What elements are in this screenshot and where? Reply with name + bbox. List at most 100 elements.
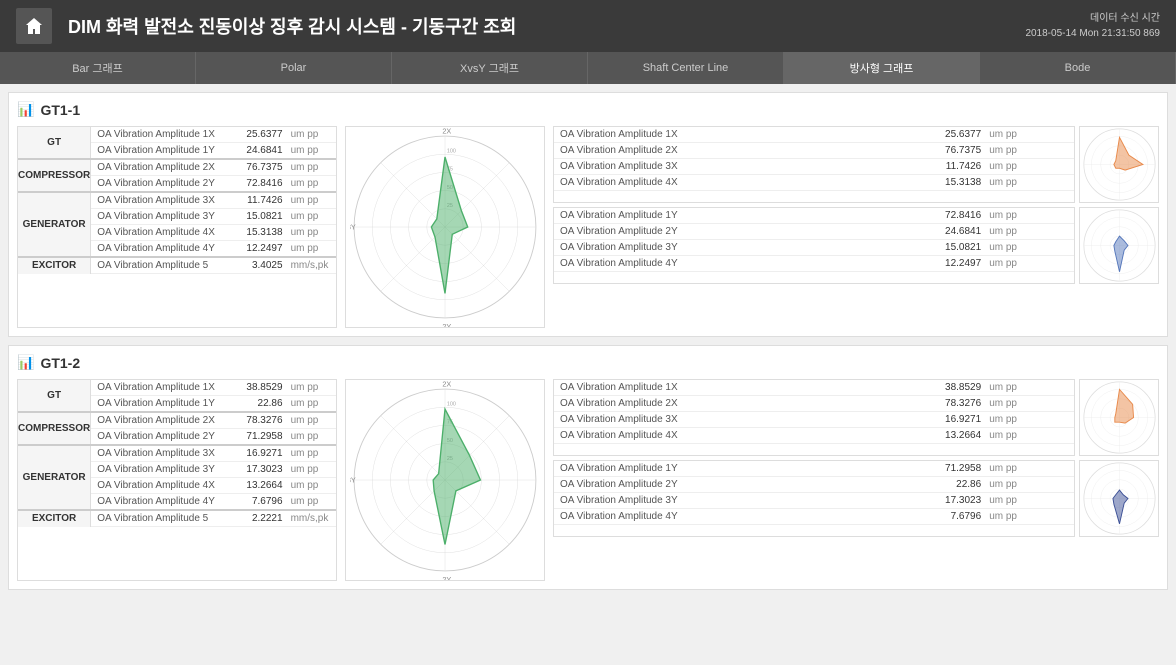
table-row: OA Vibration Amplitude 1Y 71.2958 um pp <box>554 461 1074 477</box>
unit-cell: um pp <box>287 225 336 241</box>
param-cell: OA Vibration Amplitude 1X <box>91 127 225 143</box>
table-row: OA Vibration Amplitude 3Y 17.3023 um pp <box>554 493 1074 509</box>
gt1-right-x-group: OA Vibration Amplitude 1X 25.6377 um pp … <box>553 126 1159 203</box>
header: DIM 화력 발전소 진동이상 징후 감시 시스템 - 기동구간 조회 데이터 … <box>0 0 1176 52</box>
gt1-section: 📊 GT1-1 GT OA Vibration Amplitude 1X 25.… <box>8 92 1168 337</box>
table-row: OA Vibration Amplitude 2X 76.7375 um pp <box>554 143 1074 159</box>
gt1-mini-chart-y: 2Y 1Y <box>1079 207 1159 284</box>
table-row: OA Vibration Amplitude 2Y 22.86 um pp <box>554 477 1074 493</box>
gt1-mini-chart-x: 2X 1X <box>1079 126 1159 203</box>
table-row: COMPRESSOR OA Vibration Amplitude 2X 76.… <box>18 159 336 176</box>
unit-cell: um pp <box>287 159 336 176</box>
gt1-right-y-group: OA Vibration Amplitude 1Y 72.8416 um pp … <box>553 207 1159 284</box>
param-cell: OA Vibration Amplitude 3Y <box>91 209 225 225</box>
table-row: OA Vibration Amplitude 4X 13.2664 um pp <box>554 428 1074 444</box>
gt-label: GT <box>18 380 91 412</box>
param-cell: OA Vibration Amplitude 2X <box>91 159 225 176</box>
gt2-right-x-group: OA Vibration Amplitude 1X 38.8529 um pp … <box>553 379 1159 456</box>
param-cell: OA Vibration Amplitude 5 <box>91 257 225 274</box>
svg-text:2X: 2X <box>442 380 451 388</box>
gt2-left-data: GT OA Vibration Amplitude 1X 38.8529 um … <box>17 379 337 581</box>
gt2-polar-chart: 2X 1X 2Y 3Y 25 50 75 100 <box>345 379 545 581</box>
value-cell: 12.2497 <box>225 241 287 258</box>
data-time: 데이터 수신 시간 2018-05-14 Mon 21:31:50 869 <box>1025 11 1160 41</box>
table-row: OA Vibration Amplitude 3X 11.7426 um pp <box>554 159 1074 175</box>
param-cell: OA Vibration Amplitude 4X <box>91 225 225 241</box>
gt2-right-y-data: OA Vibration Amplitude 1Y 71.2958 um pp … <box>553 460 1075 537</box>
table-row: OA Vibration Amplitude 1X 25.6377 um pp <box>554 127 1074 143</box>
unit-cell: um pp <box>287 192 336 209</box>
table-row: COMPRESSOR OA Vibration Amplitude 2X 78.… <box>18 412 336 429</box>
table-row: GT OA Vibration Amplitude 1X 25.6377 um … <box>18 127 336 143</box>
param-cell: OA Vibration Amplitude 2Y <box>91 176 225 193</box>
svg-text:2Y: 2Y <box>442 575 451 580</box>
value-cell: 15.3138 <box>225 225 287 241</box>
unit-cell: um pp <box>287 241 336 258</box>
table-row: GT OA Vibration Amplitude 1X 38.8529 um … <box>18 380 336 396</box>
svg-text:2X: 2X <box>442 127 451 135</box>
value-cell: 25.6377 <box>225 127 287 143</box>
table-row: OA Vibration Amplitude 2Y 24.6841 um pp <box>554 224 1074 240</box>
compressor-label: COMPRESSOR <box>18 159 91 192</box>
param-cell: OA Vibration Amplitude 1Y <box>91 143 225 160</box>
svg-text:100: 100 <box>447 148 456 154</box>
gt2-right-y-group: OA Vibration Amplitude 1Y 71.2958 um pp … <box>553 460 1159 537</box>
svg-text:2Y: 2Y <box>1117 208 1124 209</box>
tab-bode[interactable]: Bode <box>980 52 1176 84</box>
main-content: 📊 GT1-1 GT OA Vibration Amplitude 1X 25.… <box>0 84 1176 606</box>
tab-xvsy[interactable]: XvsY 그래프 <box>392 52 588 84</box>
svg-text:2Y: 2Y <box>442 322 451 327</box>
tab-radial[interactable]: 방사형 그래프 <box>784 52 980 84</box>
nav-tabs: Bar 그래프 Polar XvsY 그래프 Shaft Center Line… <box>0 52 1176 84</box>
gt1-right-x-data: OA Vibration Amplitude 1X 25.6377 um pp … <box>553 126 1075 203</box>
generator-label: GENERATOR <box>18 445 91 510</box>
value-cell: 15.0821 <box>225 209 287 225</box>
table-row: OA Vibration Amplitude 4Y 7.6796 um pp <box>554 509 1074 525</box>
table-row: GENERATOR OA Vibration Amplitude 3X 11.7… <box>18 192 336 209</box>
table-row: OA Vibration Amplitude 4Y 12.2497 um pp <box>554 256 1074 272</box>
unit-cell: um pp <box>287 209 336 225</box>
value-cell: 11.7426 <box>225 192 287 209</box>
svg-text:3Y: 3Y <box>350 476 356 485</box>
table-row: EXCITOR OA Vibration Amplitude 5 2.2221 … <box>18 510 336 527</box>
table-row: OA Vibration Amplitude 3X 16.9271 um pp <box>554 412 1074 428</box>
gt2-right-x-data: OA Vibration Amplitude 1X 38.8529 um pp … <box>553 379 1075 456</box>
unit-cell: um pp <box>287 176 336 193</box>
svg-text:100: 100 <box>447 401 456 407</box>
gt1-right-tables: OA Vibration Amplitude 1X 25.6377 um pp … <box>553 126 1159 328</box>
gt1-polar-chart: 2X 1X 2Y 3Y 25 50 75 100 <box>345 126 545 328</box>
value-cell: 3.4025 <box>225 257 287 274</box>
tab-polar[interactable]: Polar <box>196 52 392 84</box>
gt2-title-icon: 📊 <box>17 354 34 371</box>
gt2-radar-svg: 2X 1X 2Y 3Y 25 50 75 100 <box>350 380 540 580</box>
gt2-body: GT OA Vibration Amplitude 1X 38.8529 um … <box>17 379 1159 581</box>
table-row: OA Vibration Amplitude 4X 15.3138 um pp <box>554 175 1074 191</box>
gt2-mini-chart-y: 2Y 1Y <box>1079 460 1159 537</box>
table-row: GENERATOR OA Vibration Amplitude 3X 16.9… <box>18 445 336 462</box>
svg-text:2X: 2X <box>1117 380 1124 381</box>
excitor-label: EXCITOR <box>18 510 91 527</box>
gt1-left-data: GT OA Vibration Amplitude 1X 25.6377 um … <box>17 126 337 328</box>
tab-shaft[interactable]: Shaft Center Line <box>588 52 784 84</box>
unit-cell: um pp <box>287 127 336 143</box>
table-row: OA Vibration Amplitude 1X 38.8529 um pp <box>554 380 1074 396</box>
tab-bar[interactable]: Bar 그래프 <box>0 52 196 84</box>
value-cell: 72.8416 <box>225 176 287 193</box>
table-row: OA Vibration Amplitude 2X 78.3276 um pp <box>554 396 1074 412</box>
table-row: OA Vibration Amplitude 1Y 72.8416 um pp <box>554 208 1074 224</box>
compressor-label: COMPRESSOR <box>18 412 91 445</box>
gt1-radar-svg: 2X 1X 2Y 3Y 25 50 75 100 <box>350 127 540 327</box>
home-icon[interactable] <box>16 8 52 44</box>
gt1-title-icon: 📊 <box>17 101 34 118</box>
gt1-body: GT OA Vibration Amplitude 1X 25.6377 um … <box>17 126 1159 328</box>
value-cell: 76.7375 <box>225 159 287 176</box>
gt1-right-y-data: OA Vibration Amplitude 1Y 72.8416 um pp … <box>553 207 1075 284</box>
table-row: EXCITOR OA Vibration Amplitude 5 3.4025 … <box>18 257 336 274</box>
gt2-right-tables: OA Vibration Amplitude 1X 38.8529 um pp … <box>553 379 1159 581</box>
excitor-label: EXCITOR <box>18 257 91 274</box>
svg-text:2Y: 2Y <box>1117 461 1124 462</box>
table-row: OA Vibration Amplitude 3Y 15.0821 um pp <box>554 240 1074 256</box>
param-cell: OA Vibration Amplitude 3X <box>91 192 225 209</box>
gt2-title: 📊 GT1-2 <box>17 354 1159 371</box>
gt2-section: 📊 GT1-2 GT OA Vibration Amplitude 1X 38.… <box>8 345 1168 590</box>
